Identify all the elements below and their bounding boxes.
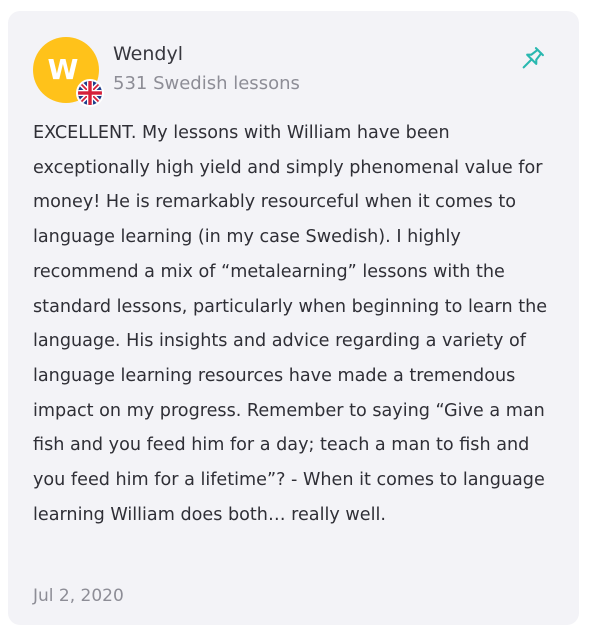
review-text: EXCELLENT. My lessons with William have … [33,123,548,525]
avatar-initial: W [47,52,79,86]
review-date: Jul 2, 2020 [33,586,124,606]
review-card: W Wendyl 531 Swedish lessons EXCELLENT. … [8,11,579,625]
lesson-count: 531 Swedish lessons [113,73,300,94]
pin-button[interactable] [516,41,550,75]
pin-icon [522,47,544,69]
uk-flag-graphic [78,81,102,105]
uk-flag-icon [76,79,104,107]
author-name[interactable]: Wendyl [113,42,183,66]
